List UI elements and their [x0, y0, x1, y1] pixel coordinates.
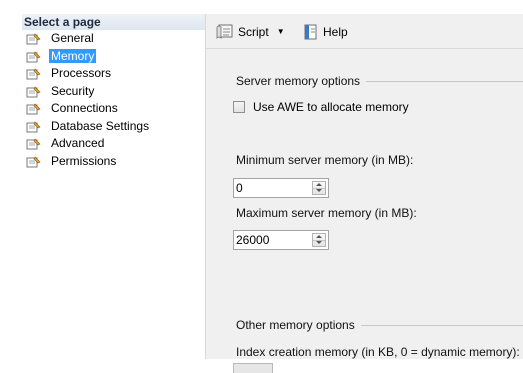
min-memory-input[interactable]: [234, 179, 312, 197]
page-wrench-icon: [26, 68, 41, 80]
page-item-memory[interactable]: Memory: [22, 48, 205, 66]
script-button[interactable]: Script ▼: [216, 23, 285, 41]
awe-checkbox-label: Use AWE to allocate memory: [253, 100, 409, 114]
help-button[interactable]: Help: [303, 23, 348, 41]
page-wrench-icon: [26, 155, 41, 167]
page-wrench-icon: [26, 85, 41, 97]
group-separator: [346, 81, 523, 82]
chevron-down-icon[interactable]: ▼: [277, 23, 285, 41]
min-memory-stepper[interactable]: [233, 178, 329, 198]
page-item-label: Connections: [51, 101, 118, 115]
page-item-general[interactable]: General: [22, 30, 205, 48]
page-item-label: Advanced: [51, 136, 105, 150]
max-memory-input[interactable]: [234, 231, 312, 249]
select-page-pane: Select a page General Memory Processors …: [22, 14, 206, 359]
select-page-header: Select a page: [22, 14, 205, 30]
page-item-permissions[interactable]: Permissions: [22, 153, 205, 171]
awe-checkbox-row[interactable]: Use AWE to allocate memory: [233, 100, 409, 114]
page-item-advanced[interactable]: Advanced: [22, 135, 205, 153]
memory-settings-pane: Script ▼ Help Server memory options Use …: [206, 14, 523, 359]
spin-buttons: [312, 233, 326, 247]
page-item-label: General: [51, 31, 94, 45]
page-item-label: Processors: [51, 66, 112, 80]
page-item-processors[interactable]: Processors: [22, 65, 205, 83]
page-item-label: Permissions: [51, 153, 117, 168]
awe-checkbox[interactable]: [233, 101, 245, 113]
max-memory-label: Maximum server memory (in MB):: [236, 206, 417, 220]
min-memory-label: Minimum server memory (in MB):: [236, 153, 414, 167]
page-wrench-icon: [26, 103, 41, 115]
page-item-label: Security: [51, 83, 95, 98]
page-item-label: Database Settings: [51, 118, 150, 133]
page-item-connections[interactable]: Connections: [22, 100, 205, 118]
page-item-database-settings[interactable]: Database Settings: [22, 118, 205, 136]
script-icon: [216, 24, 233, 39]
spin-buttons: [312, 181, 326, 195]
toolbar: Script ▼ Help: [206, 14, 523, 49]
page-list: General Memory Processors Security Conne…: [22, 30, 205, 170]
index-memory-stepper[interactable]: [233, 363, 273, 373]
page-wrench-icon: [26, 50, 41, 62]
help-icon: [304, 24, 317, 40]
script-label: Script: [238, 25, 269, 39]
page-wrench-icon: [26, 120, 41, 132]
other-memory-options-title: Other memory options: [236, 318, 361, 332]
group-separator: [344, 325, 523, 326]
page-wrench-icon: [26, 138, 41, 150]
decrement-arrow-icon[interactable]: [313, 240, 325, 246]
page-item-security[interactable]: Security: [22, 83, 205, 101]
help-label: Help: [323, 25, 348, 39]
decrement-arrow-icon[interactable]: [313, 188, 325, 194]
page-item-label: Memory: [49, 48, 97, 63]
max-memory-stepper[interactable]: [233, 230, 329, 250]
page-wrench-icon: [26, 33, 41, 45]
server-memory-options-title: Server memory options: [236, 74, 367, 88]
index-creation-memory-label: Index creation memory (in KB, 0 = dynami…: [236, 345, 520, 359]
